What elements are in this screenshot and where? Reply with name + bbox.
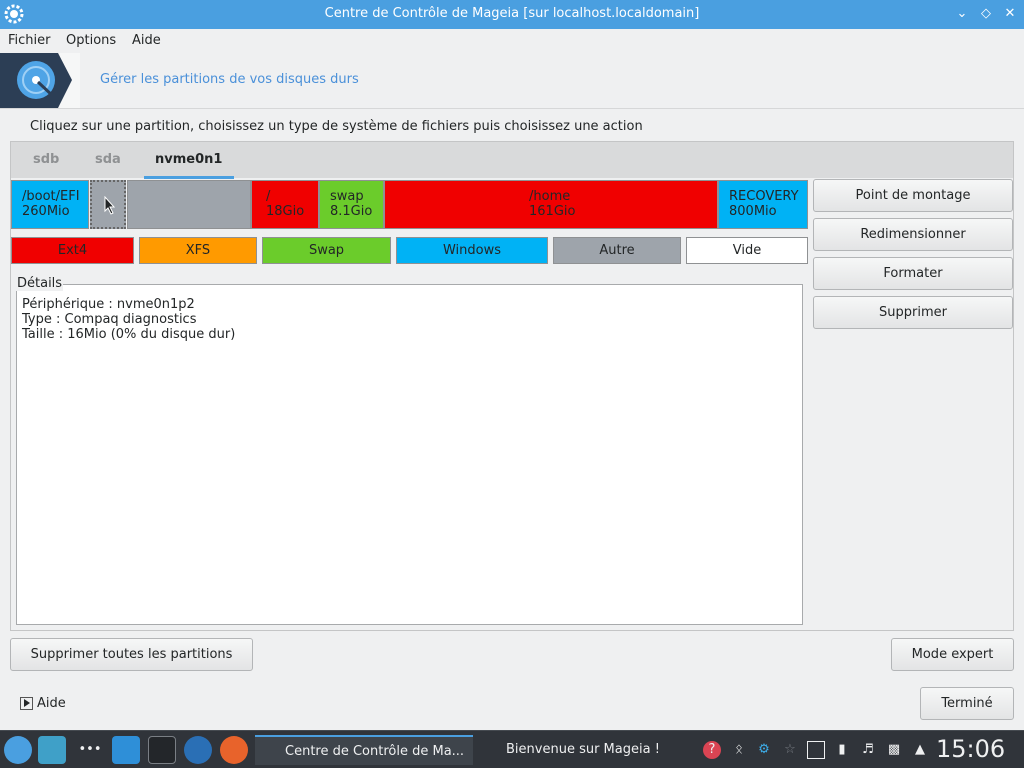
- legend-xfs[interactable]: XFS: [139, 237, 257, 264]
- legend-windows[interactable]: Windows: [396, 237, 548, 264]
- details-type: Type : Compaq diagnostics: [22, 312, 197, 327]
- partition-name: swap: [330, 189, 364, 204]
- active-tab-indicator: [144, 176, 234, 179]
- tab-nvme0n1[interactable]: nvme0n1: [155, 152, 222, 167]
- banner: Gérer les partitions de vos disques durs: [0, 53, 1024, 109]
- task-label: Centre de Contrôle de Ma...: [285, 744, 465, 759]
- expert-mode-button[interactable]: Mode expert: [891, 638, 1014, 671]
- task-welcome[interactable]: Bienvenue sur Mageia !: [476, 735, 694, 765]
- menu-aide[interactable]: Aide: [132, 33, 161, 48]
- partition-unlabeled[interactable]: [127, 180, 251, 229]
- expand-arrow-icon: [20, 697, 33, 710]
- details-label: Détails: [16, 276, 64, 291]
- instruction-text: Cliquez sur une partition, choisissez un…: [30, 119, 643, 134]
- partition-map: /boot/EFI 260Mio / 18Gio swap 8.1Gio /ho…: [11, 180, 808, 229]
- expand-tray-icon[interactable]: ▲: [911, 741, 929, 759]
- firefox-icon[interactable]: [220, 736, 248, 764]
- updates-icon[interactable]: ⚙: [755, 741, 773, 759]
- partition-name: RECOVERY: [729, 189, 799, 204]
- partition-name: /boot/EFI: [22, 189, 80, 204]
- help-toggle[interactable]: Aide: [20, 696, 66, 711]
- tab-sda[interactable]: sda: [95, 152, 121, 167]
- disk-partition-icon: [0, 53, 80, 108]
- usb-icon[interactable]: ▮: [833, 741, 851, 759]
- clipboard-icon[interactable]: ▩: [885, 741, 903, 759]
- desktop-icon[interactable]: [38, 736, 66, 764]
- partition-size: 18Gio: [266, 204, 305, 219]
- file-manager-icon[interactable]: [112, 736, 140, 764]
- menu-fichier[interactable]: Fichier: [8, 33, 51, 48]
- legend-autre[interactable]: Autre: [553, 237, 681, 264]
- mageia-control-center-icon[interactable]: [184, 736, 212, 764]
- clock: 15:06: [936, 735, 1006, 763]
- page-heading: Gérer les partitions de vos disques durs: [100, 72, 359, 87]
- taskbar: ••• Centre de Contrôle de Ma... Bienvenu…: [0, 730, 1024, 768]
- task-control-center[interactable]: Centre de Contrôle de Ma...: [255, 735, 473, 765]
- partition-home[interactable]: /home 161Gio: [384, 180, 718, 229]
- partition-boot-efi[interactable]: /boot/EFI 260Mio: [11, 180, 89, 229]
- legend-vide[interactable]: Vide: [686, 237, 808, 264]
- partition-name: /: [266, 189, 271, 204]
- mount-point-button[interactable]: Point de montage: [813, 179, 1013, 212]
- partition-size: 800Mio: [729, 204, 777, 219]
- close-icon[interactable]: ✕: [1001, 5, 1019, 23]
- menu-options[interactable]: Options: [66, 33, 116, 48]
- window-title: Centre de Contrôle de Mageia [sur localh…: [324, 6, 700, 21]
- help-icon[interactable]: ?: [703, 741, 721, 759]
- mouse-cursor-icon: [104, 196, 116, 215]
- done-button[interactable]: Terminé: [920, 687, 1014, 720]
- details-size: Taille : 16Mio (0% du disque dur): [22, 327, 236, 342]
- format-button[interactable]: Formater: [813, 257, 1013, 290]
- help-label: Aide: [37, 696, 66, 711]
- legend-swap[interactable]: Swap: [262, 237, 391, 264]
- delete-button[interactable]: Supprimer: [813, 296, 1013, 329]
- partition-size: 260Mio: [22, 204, 70, 219]
- partition-size: 8.1Gio: [330, 204, 373, 219]
- partition-name: /home: [529, 189, 571, 204]
- battery-icon[interactable]: [807, 741, 825, 759]
- more-icon[interactable]: •••: [76, 736, 104, 764]
- tab-sdb[interactable]: sdb: [33, 152, 59, 167]
- settings-icon[interactable]: [148, 736, 176, 764]
- disk-tabs: sdb sda nvme0n1: [11, 142, 1013, 179]
- delete-all-partitions-button[interactable]: Supprimer toutes les partitions: [10, 638, 253, 671]
- resize-button[interactable]: Redimensionner: [813, 218, 1013, 251]
- legend-ext4[interactable]: Ext4: [11, 237, 134, 264]
- task-label: Bienvenue sur Mageia !: [506, 742, 660, 757]
- volume-icon[interactable]: ♬: [859, 741, 877, 759]
- network-icon[interactable]: ☆: [781, 741, 799, 759]
- partition-recovery[interactable]: RECOVERY 800Mio: [718, 180, 808, 229]
- minimize-icon[interactable]: ⌄: [953, 5, 971, 23]
- partition-size: 161Gio: [529, 204, 576, 219]
- menu-bar: Fichier Options Aide: [0, 29, 1024, 53]
- partition-root[interactable]: / 18Gio: [251, 180, 319, 229]
- application-menu-icon[interactable]: [4, 736, 32, 764]
- title-bar: Centre de Contrôle de Mageia [sur localh…: [0, 0, 1024, 29]
- details-device: Périphérique : nvme0n1p2: [22, 297, 195, 312]
- bluetooth-icon[interactable]: ᛟ: [730, 741, 748, 759]
- partition-swap[interactable]: swap 8.1Gio: [319, 180, 384, 229]
- maximize-icon[interactable]: ◇: [977, 5, 995, 23]
